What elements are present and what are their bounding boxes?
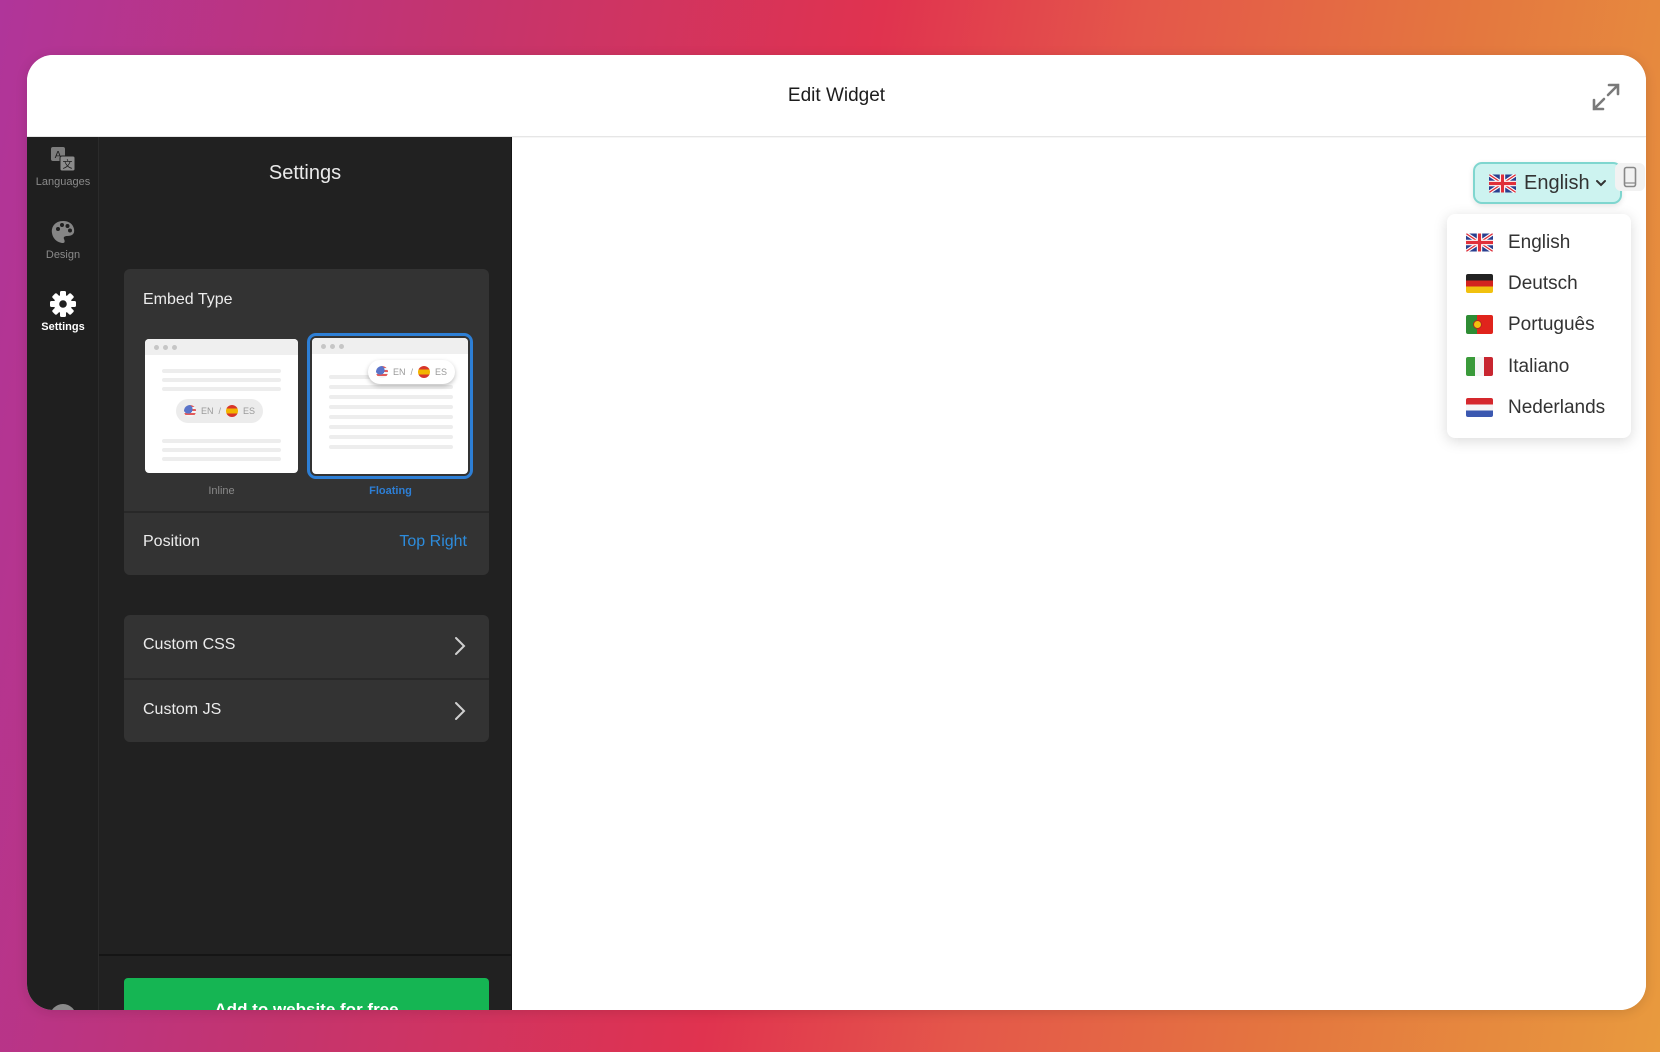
sidebar-item-settings[interactable]: Settings (27, 290, 99, 333)
pill-left: EN (393, 367, 406, 377)
custom-js-label: Custom JS (143, 701, 222, 718)
position-select[interactable]: Top Right (399, 533, 467, 551)
svg-text:?: ? (58, 1008, 68, 1010)
pill-right: ES (435, 367, 448, 377)
pt-flag-icon (1466, 315, 1493, 334)
chevron-right-icon (455, 702, 466, 720)
pill-left: EN (201, 406, 214, 416)
expand-button[interactable] (1590, 81, 1622, 113)
language-switcher-label: English (1524, 171, 1590, 194)
widget-preview-area: English English Deutsch Português Italia… (513, 138, 1646, 1010)
language-option-label: Português (1508, 313, 1595, 335)
chevron-down-icon (1595, 180, 1606, 187)
language-option-nederlands[interactable]: Nederlands (1447, 387, 1631, 428)
language-pill-preview: EN / ES (176, 399, 264, 423)
sidebar-label: Languages (35, 176, 91, 188)
sidebar-label: Settings (41, 321, 85, 333)
language-option-italiano[interactable]: Italiano (1447, 346, 1631, 387)
translate-icon: A 文 (51, 147, 76, 172)
uk-flag-icon (1466, 233, 1493, 252)
embed-type-label: Embed Type (143, 291, 233, 308)
sidebar-item-design[interactable]: Design (27, 218, 99, 261)
help-circle-icon: ? (52, 1004, 74, 1010)
divider (124, 511, 489, 513)
language-option-label: Italiano (1508, 355, 1570, 377)
sidebar: A 文 Languages Design Settings (27, 137, 99, 1010)
mobile-phone-icon (1623, 166, 1637, 188)
custom-css-row[interactable]: Custom CSS (124, 615, 489, 678)
language-option-deutsch[interactable]: Deutsch (1447, 263, 1631, 304)
de-flag-icon (1466, 274, 1493, 293)
window-title: Edit Widget (787, 85, 886, 106)
gear-icon (50, 291, 76, 317)
embed-option-inline-label: Inline (208, 485, 235, 497)
window-header: Edit Widget (27, 55, 1646, 137)
add-to-website-button[interactable]: Add to website for free (124, 978, 489, 1010)
edit-widget-window: Edit Widget A 文 Languages Design Setting… (27, 55, 1646, 1010)
it-flag-icon (1466, 357, 1493, 376)
embed-type-section: Embed Type EN / ES Inline EN / ES Floati… (124, 269, 489, 575)
palette-icon (51, 221, 75, 243)
language-switcher-button[interactable]: English (1473, 162, 1622, 204)
mobile-preview-button[interactable] (1615, 163, 1645, 191)
language-option-label: Nederlands (1508, 396, 1606, 418)
settings-panel: Settings Embed Type EN / ES Inline EN / … (99, 137, 512, 1010)
browser-bar (312, 338, 468, 354)
sidebar-item-help[interactable]: ? Help (27, 1003, 99, 1010)
nl-flag-icon (1466, 398, 1493, 417)
custom-css-label: Custom CSS (143, 636, 236, 653)
language-dropdown: English Deutsch Português Italiano Neder… (1447, 214, 1631, 438)
us-flag-icon (184, 405, 196, 417)
language-option-label: English (1508, 231, 1571, 253)
position-label: Position (143, 533, 200, 550)
embed-option-floating[interactable]: EN / ES (312, 338, 468, 474)
sidebar-label: Design (45, 249, 81, 261)
custom-code-section: Custom CSS Custom JS (124, 615, 489, 742)
language-option-label: Deutsch (1508, 272, 1578, 294)
language-pill-preview: EN / ES (368, 360, 456, 384)
pill-sep: / (218, 406, 222, 416)
expand-arrows-icon (1592, 83, 1620, 111)
es-flag-icon (418, 366, 431, 378)
uk-flag-icon (1489, 173, 1516, 193)
svg-text:文: 文 (63, 158, 73, 171)
panel-title: Settings (268, 162, 342, 184)
us-flag-icon (376, 366, 388, 378)
pill-sep: / (410, 367, 414, 377)
sidebar-item-languages[interactable]: A 文 Languages (27, 145, 99, 188)
embed-option-floating-label: Floating (369, 485, 412, 497)
chevron-right-icon (455, 637, 466, 655)
divider (99, 954, 511, 956)
custom-js-row[interactable]: Custom JS (124, 680, 489, 743)
pill-right: ES (243, 406, 256, 416)
embed-option-inline[interactable]: EN / ES (145, 339, 298, 473)
language-option-portugues[interactable]: Português (1447, 304, 1631, 345)
es-flag-icon (226, 405, 239, 417)
language-option-english[interactable]: English (1447, 222, 1631, 263)
